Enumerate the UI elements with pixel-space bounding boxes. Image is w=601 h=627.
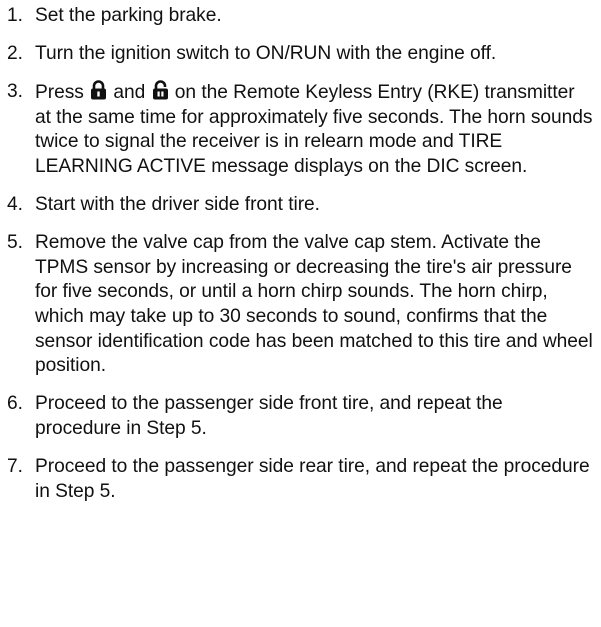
step-1: 1. Set the parking brake. xyxy=(7,4,593,29)
step-number: 1. xyxy=(7,5,23,26)
step-number: 2. xyxy=(7,43,23,65)
step-text: Remove the valve cap from the valve cap … xyxy=(35,232,593,377)
step-6: 6. Proceed to the passenger side front t… xyxy=(7,392,593,441)
step-5: 5. Remove the valve cap from the valve c… xyxy=(7,231,593,379)
step-number: 5. xyxy=(7,232,23,254)
step-text-and: and xyxy=(113,82,146,104)
step-text: Press and on the Remote Keyless Entry (R… xyxy=(35,80,593,179)
procedure-steps: 1. Set the parking brake. 2. Turn the ig… xyxy=(7,4,593,504)
step-number: 4. xyxy=(7,194,23,216)
step-4: 4. Start with the driver side front tire… xyxy=(7,193,593,218)
step-text: Turn the ignition switch to ON/RUN with … xyxy=(35,43,497,65)
step-text: Start with the driver side front tire. xyxy=(35,194,320,216)
lock-icon xyxy=(90,80,107,100)
step-3: 3. Press and on the Remote Keyless Entry… xyxy=(7,80,593,179)
step-text: Proceed to the passenger side front tire… xyxy=(35,393,503,439)
step-2: 2. Turn the ignition switch to ON/RUN wi… xyxy=(7,42,593,67)
step-text: Set the parking brake. xyxy=(35,5,222,26)
step-number: 6. xyxy=(7,393,23,415)
step-number: 7. xyxy=(7,455,23,477)
step-text-before: Press xyxy=(35,82,84,104)
step-7: 7. Proceed to the passenger side rear ti… xyxy=(7,455,593,504)
unlock-icon xyxy=(152,80,169,100)
step-number: 3. xyxy=(7,81,23,103)
manual-page: 1. Set the parking brake. 2. Turn the ig… xyxy=(0,0,601,627)
step-text: Proceed to the passenger side rear tire,… xyxy=(35,455,590,502)
